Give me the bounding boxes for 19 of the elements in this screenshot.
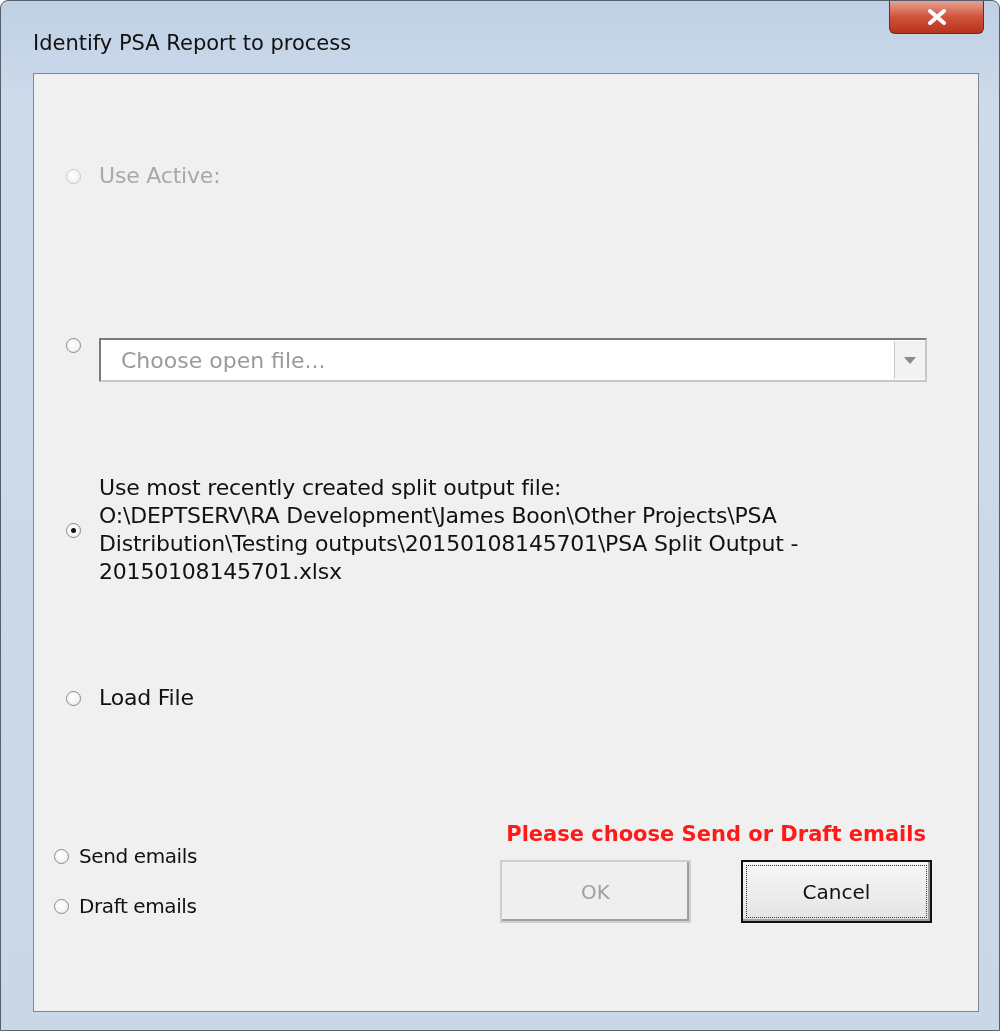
option-label: Use most recently created split output file: O:\DEPTSERV\RA Development\James Boon\Other Projects\PSA Distribution\Testing outputs\20150108145701\PSA Split Output - 20150108145701.xlsx [99, 474, 799, 586]
option-label: Send emails [79, 844, 197, 868]
file-combo-box[interactable]: Choose open file... [99, 338, 927, 382]
radio-button[interactable] [66, 338, 81, 353]
cancel-button[interactable]: Cancel [741, 860, 932, 923]
dropdown-button[interactable] [894, 341, 925, 379]
option-label: Draft emails [79, 894, 197, 918]
warning-message: Please choose Send or Draft emails [506, 822, 926, 846]
radio-button[interactable] [54, 898, 69, 914]
option-label: Use Active: [99, 162, 221, 190]
dropdown-arrow-icon [904, 356, 916, 364]
radio-button[interactable] [54, 848, 69, 864]
close-button[interactable] [889, 1, 984, 34]
radio-button[interactable] [66, 522, 81, 538]
combo-placeholder: Choose open file... [121, 347, 326, 373]
window-title: Identify PSA Report to process [33, 31, 352, 55]
option-label: Load File [99, 684, 194, 712]
close-icon [926, 9, 947, 25]
radio-button[interactable] [66, 690, 81, 706]
